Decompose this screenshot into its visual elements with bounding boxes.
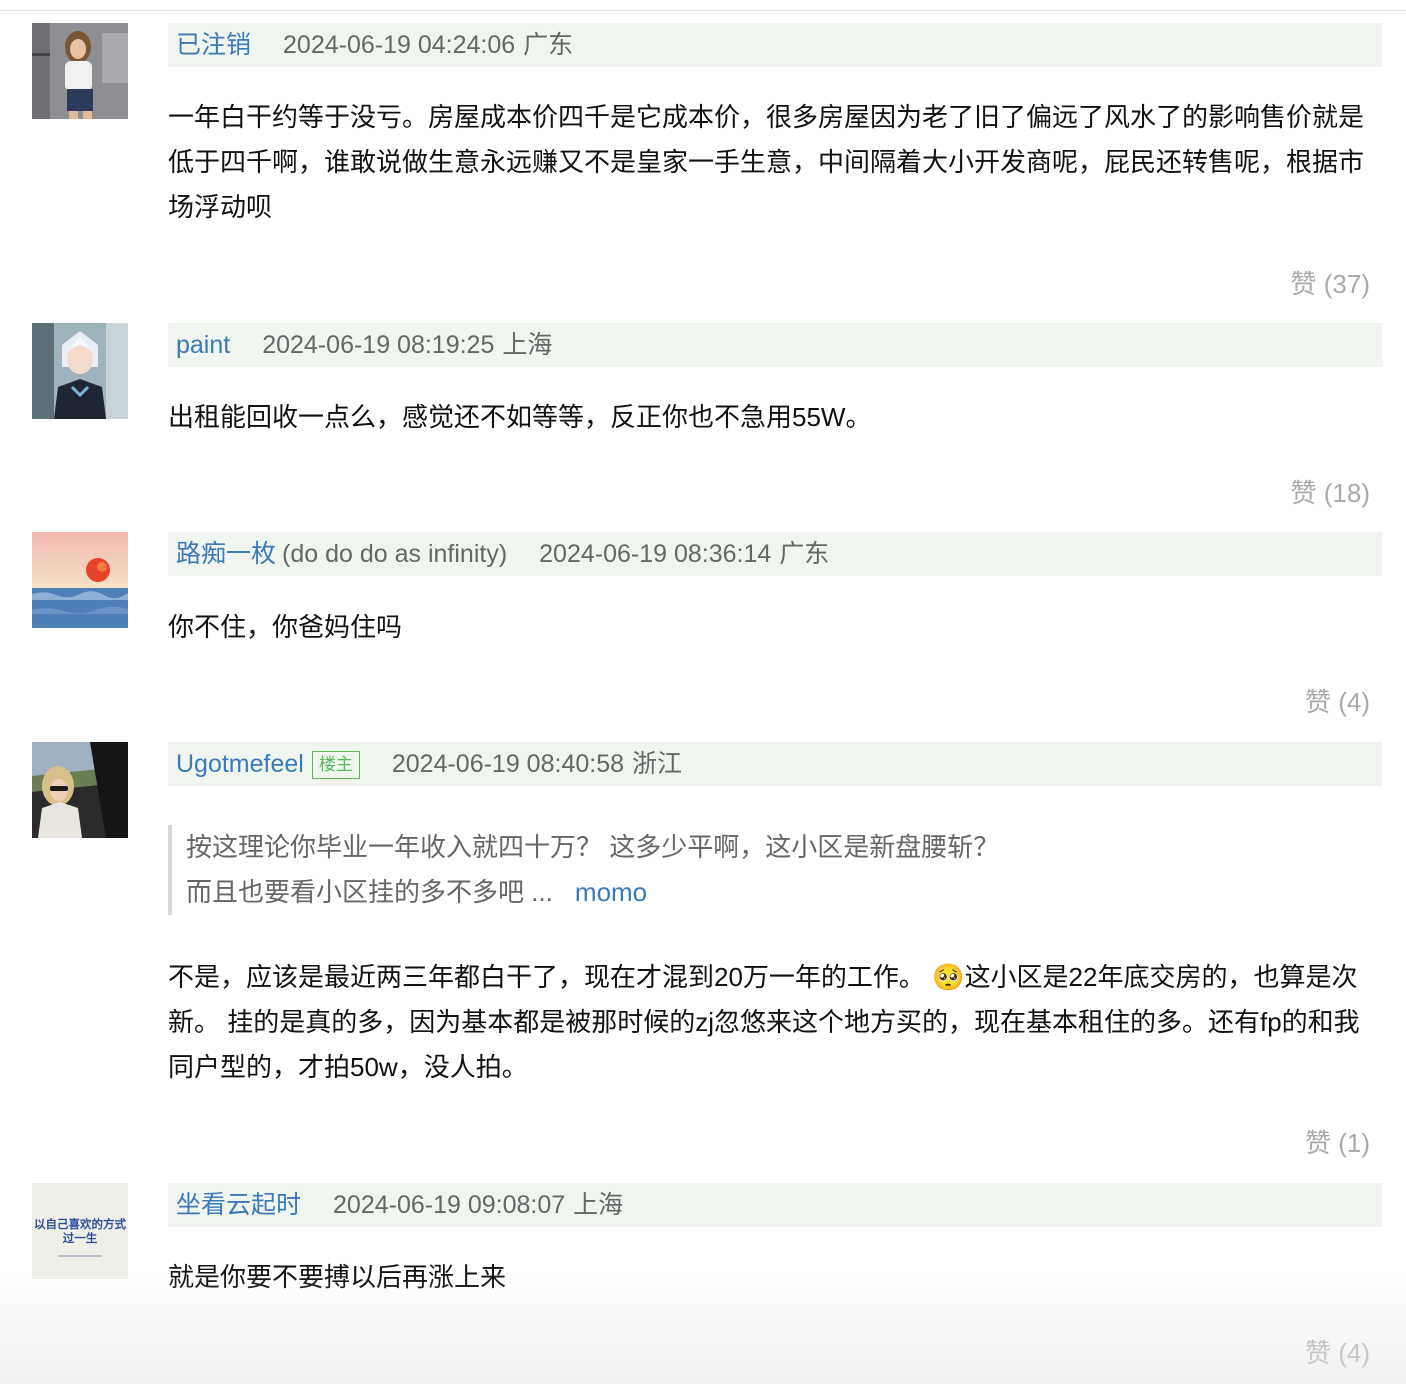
author-name[interactable]: 坐看云起时	[176, 1191, 301, 1219]
author-nickname-note: (do do do as infinity)	[282, 540, 508, 568]
op-badge: 楼主	[311, 751, 360, 779]
comment-location: 广东	[523, 31, 574, 59]
comment-meta-bar: paint 2024-06-19 08:19:25 上海	[168, 323, 1382, 367]
quote-author-link[interactable]: momo	[575, 877, 647, 907]
comment-text: 不是，应该是最近两三年都白干了，现在才混到20万一年的工作。 🥺这小区是22年底…	[168, 955, 1378, 1090]
comment-meta-bar: 已注销 2024-06-19 04:24:06 广东	[168, 23, 1382, 67]
comment-text: 出租能回收一点么，感觉还不如等等，反正你也不急用55W。	[168, 402, 872, 432]
comment-text: 你不住，你爸妈住吗	[168, 612, 403, 642]
avatar-fineprint	[58, 1255, 102, 1257]
author-name[interactable]: 路痴一枚	[176, 540, 276, 568]
comment-location: 上海	[573, 1191, 624, 1219]
divider	[0, 10, 1406, 11]
comment-time: 2024-06-19 04:24:06	[283, 31, 516, 59]
avatar[interactable]: 以自己喜欢的方式 过一生	[32, 1183, 128, 1279]
comment-list-page: 已注销 2024-06-19 04:24:06 广东 一年白干约等于没亏。房屋成本价…	[0, 0, 1406, 1384]
comment-meta-bar: Ugotmefeel 楼主 2024-06-19 08:40:58 浙江	[168, 742, 1382, 786]
comment-location: 上海	[502, 331, 553, 359]
like-button[interactable]: 赞 (18)	[1291, 476, 1370, 510]
avatar[interactable]	[32, 323, 128, 419]
quoted-reply: 按这理论你毕业一年收入就四十万？ 这多少平啊，这小区是新盘腰斩？而且也要看小区挂…	[168, 825, 1016, 915]
comment-text: 一年白干约等于没亏。房屋成本价四千是它成本价，很多房屋因为老了旧了偏远了风水了的…	[168, 102, 1365, 222]
avatar[interactable]	[32, 23, 128, 119]
comment-location: 广东	[779, 540, 830, 568]
comment-time: 2024-06-19 08:36:14	[539, 540, 772, 568]
pleading-face-emoji-icon: 🥺	[932, 962, 965, 992]
avatar-image-sunset-sea	[32, 532, 128, 628]
like-button[interactable]: 赞 (4)	[1305, 1336, 1370, 1370]
author-name[interactable]: Ugotmefeel	[176, 750, 304, 778]
avatar-image-person	[32, 23, 128, 119]
avatar-image-car-portrait	[32, 742, 128, 838]
comment-time: 2024-06-19 08:40:58	[391, 750, 625, 778]
avatar-calligraphy-text: 以自己喜欢的方式 过一生	[34, 1217, 126, 1245]
avatar[interactable]	[32, 742, 128, 838]
comment-text-part: 不是，应该是最近两三年都白干了，现在才混到20万一年的工作。	[168, 962, 925, 992]
comment-time: 2024-06-19 09:08:07	[333, 1191, 566, 1219]
comment-location: 浙江	[632, 750, 683, 778]
author-name[interactable]: paint	[176, 331, 230, 359]
like-button[interactable]: 赞 (1)	[1305, 1126, 1370, 1160]
like-button[interactable]: 赞 (4)	[1305, 685, 1370, 719]
avatar-image-anime	[32, 323, 128, 419]
avatar[interactable]	[32, 532, 128, 628]
comment-meta-bar: 坐看云起时 2024-06-19 09:08:07 上海	[168, 1183, 1382, 1227]
like-button[interactable]: 赞 (37)	[1291, 267, 1370, 301]
author-name[interactable]: 已注销	[176, 31, 251, 59]
comment-time: 2024-06-19 08:19:25	[262, 331, 495, 359]
comment-meta-bar: 路痴一枚 (do do do as infinity) 2024-06-19 08:…	[168, 532, 1382, 576]
comment-text: 就是你要不要搏以后再涨上来	[168, 1262, 507, 1292]
